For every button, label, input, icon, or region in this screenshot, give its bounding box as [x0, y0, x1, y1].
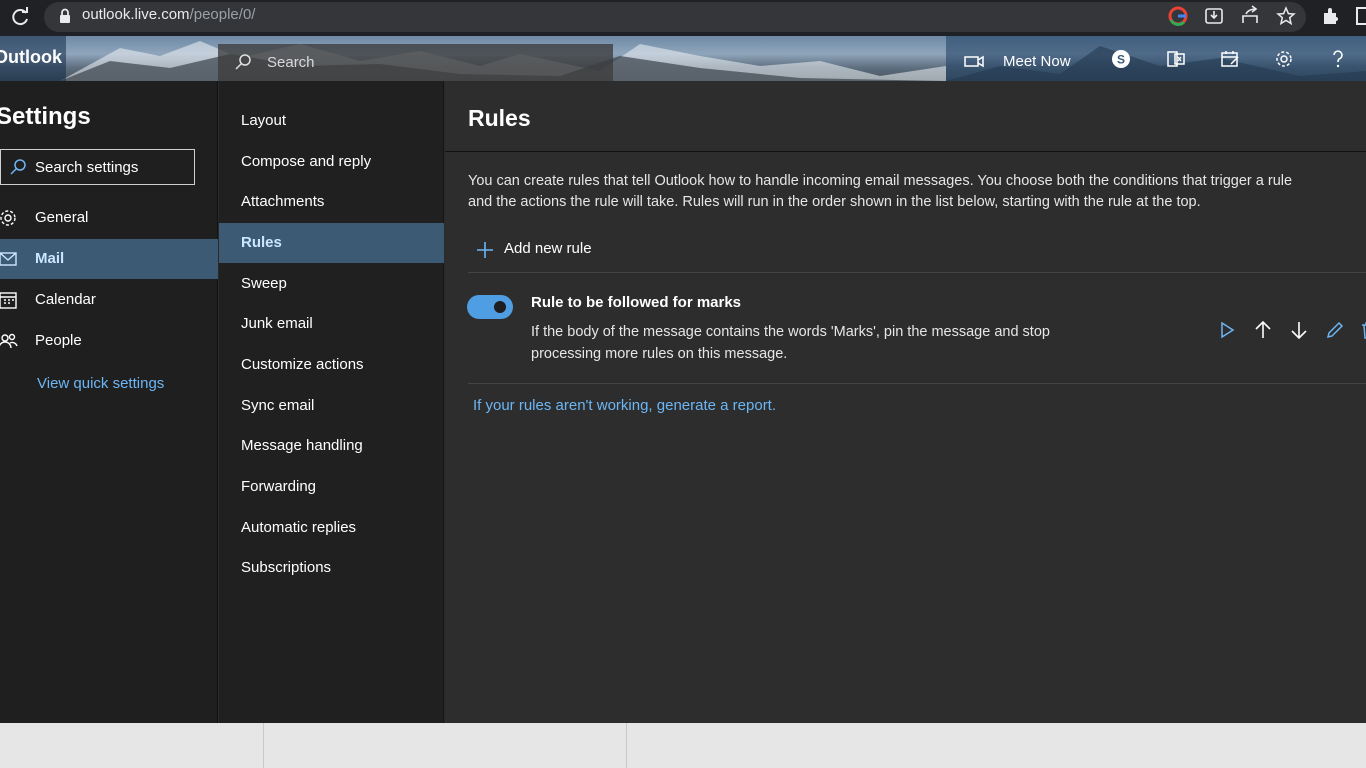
my-day-icon[interactable]	[1219, 48, 1241, 70]
browser-toolbar: outlook.live.com/people/0/	[0, 0, 1366, 36]
run-rule-icon[interactable]	[1216, 319, 1238, 341]
mail-setting-subscriptions[interactable]: Subscriptions	[219, 548, 444, 588]
nav-calendar[interactable]: Calendar	[0, 280, 218, 320]
mail-icon	[0, 252, 17, 266]
settings-gear-icon[interactable]	[1273, 48, 1295, 70]
delete-icon[interactable]	[1358, 319, 1366, 341]
nav-general[interactable]: General	[0, 198, 218, 238]
mail-setting-message-handling[interactable]: Message handling	[219, 426, 444, 466]
mail-setting-junk-email[interactable]: Junk email	[219, 304, 444, 344]
divider	[626, 723, 627, 768]
star-icon[interactable]	[1275, 5, 1297, 27]
rules-title: Rules	[468, 105, 531, 131]
install-app-icon[interactable]	[1203, 5, 1225, 27]
divider	[263, 723, 264, 768]
settings-title: Settings	[0, 103, 91, 130]
google-icon[interactable]	[1167, 5, 1189, 27]
extensions-icon[interactable]	[1320, 5, 1342, 27]
search-settings-placeholder: Search settings	[35, 159, 139, 176]
view-quick-settings-link[interactable]: View quick settings	[37, 375, 164, 392]
divider	[468, 272, 1366, 273]
share-icon[interactable]	[1239, 5, 1261, 27]
rule-name: Rule to be followed for marks	[531, 294, 742, 311]
search-placeholder: Search	[267, 54, 315, 71]
reload-icon[interactable]	[8, 5, 32, 29]
add-new-rule-button[interactable]: Add new rule	[475, 238, 615, 262]
settings-sidebar: Settings Search settings General Mail Ca…	[0, 81, 218, 723]
side-panel-icon[interactable]	[1354, 5, 1366, 27]
search-icon	[10, 159, 26, 175]
lock-icon[interactable]	[58, 8, 72, 24]
mail-search-box[interactable]: Search	[218, 44, 613, 81]
title-divider	[445, 151, 1366, 152]
generate-report-link[interactable]: If your rules aren't working, generate a…	[473, 397, 776, 414]
nav-mail[interactable]: Mail	[0, 239, 218, 279]
rules-description: You can create rules that tell Outlook h…	[468, 173, 1293, 210]
toggle-knob	[494, 301, 506, 313]
move-down-icon[interactable]	[1288, 319, 1310, 341]
skype-icon[interactable]: S	[1110, 48, 1132, 70]
plus-icon	[477, 242, 493, 258]
meet-now-button[interactable]: Meet Now	[1003, 53, 1071, 70]
bottom-bar	[0, 723, 1366, 768]
search-settings-input[interactable]: Search settings	[0, 149, 195, 185]
mail-setting-forwarding[interactable]: Forwarding	[219, 467, 444, 507]
mail-setting-sweep[interactable]: Sweep	[219, 264, 444, 304]
outlook-header: Outlook Search Meet Now S	[0, 36, 1366, 81]
mail-settings-list: Layout Compose and reply Attachments Rul…	[219, 81, 444, 723]
mail-setting-automatic-replies[interactable]: Automatic replies	[219, 508, 444, 548]
search-icon	[235, 54, 251, 70]
calendar-icon	[0, 292, 17, 309]
rule-enabled-toggle[interactable]	[467, 295, 513, 319]
mail-setting-sync-email[interactable]: Sync email	[219, 386, 444, 426]
rule-description: If the body of the message contains the …	[531, 324, 1050, 362]
move-up-icon[interactable]	[1252, 319, 1274, 341]
rules-panel: Rules You can create rules that tell Out…	[445, 81, 1366, 723]
edit-pencil-icon[interactable]	[1324, 319, 1346, 341]
mail-setting-layout[interactable]: Layout	[219, 101, 444, 141]
svg-text:S: S	[1117, 53, 1125, 67]
gear-icon	[0, 210, 16, 226]
nav-people[interactable]: People	[0, 321, 218, 361]
divider	[468, 383, 1366, 384]
office-apps-icon[interactable]	[1165, 48, 1187, 70]
mail-setting-customize-actions[interactable]: Customize actions	[219, 345, 444, 385]
mail-setting-compose[interactable]: Compose and reply	[219, 142, 444, 182]
outlook-brand[interactable]: Outlook	[0, 36, 66, 81]
help-icon[interactable]	[1327, 48, 1349, 70]
video-camera-icon[interactable]	[963, 50, 985, 72]
mail-setting-attachments[interactable]: Attachments	[219, 182, 444, 222]
url-text[interactable]: outlook.live.com/people/0/	[82, 6, 255, 23]
people-icon	[0, 333, 18, 349]
mail-setting-rules[interactable]: Rules	[219, 223, 444, 263]
